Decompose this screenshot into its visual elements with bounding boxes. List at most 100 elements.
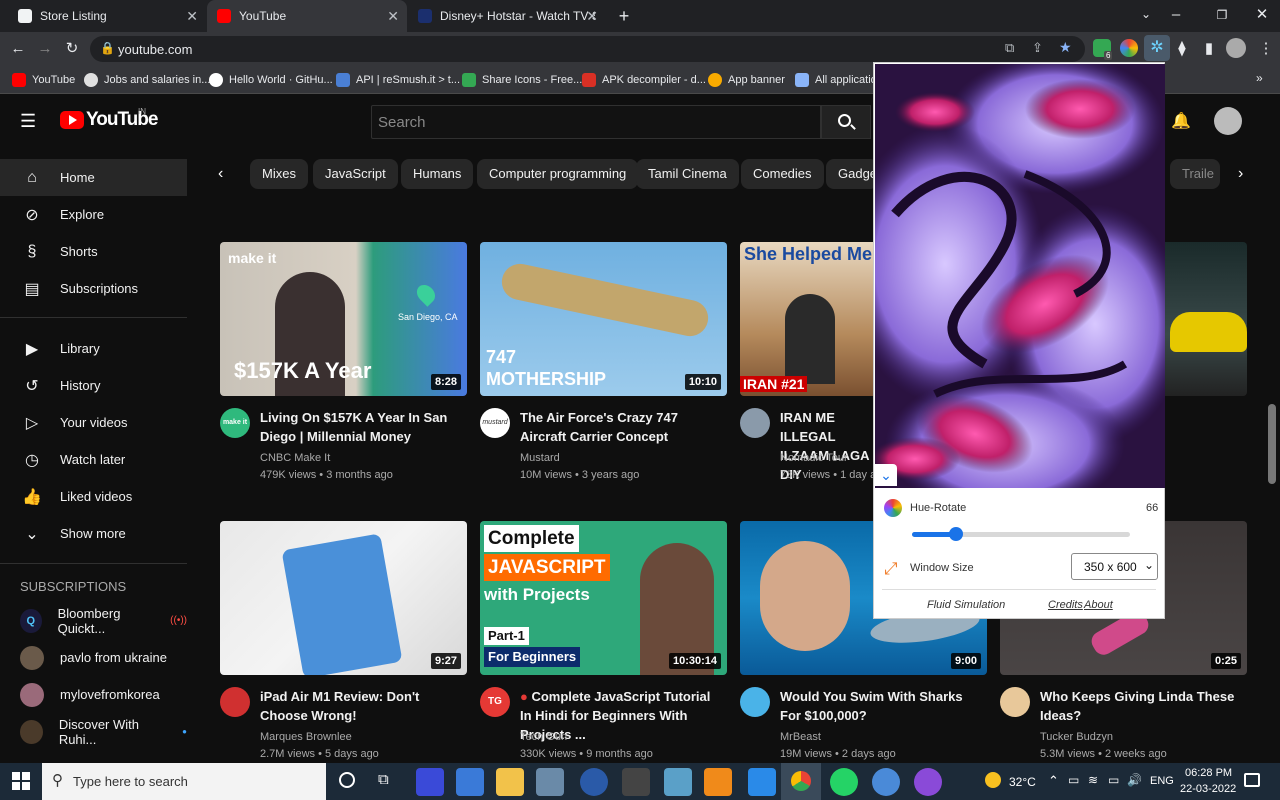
video-title[interactable]: Who Keeps Giving Linda These Ideas? [1040, 687, 1240, 725]
battery-icon[interactable]: ▭ [1108, 773, 1119, 787]
fluid-simulation-canvas[interactable]: ⌄ [875, 64, 1165, 488]
sidebar-item-library[interactable]: ▶ Library [0, 330, 187, 367]
search-input[interactable]: Search [371, 105, 821, 139]
subscription-item[interactable]: pavlo from ukraine [0, 639, 187, 676]
chrome-taskbar-active[interactable] [781, 763, 821, 800]
bell-icon[interactable]: 🔔 [1171, 111, 1191, 131]
chevron-left-icon[interactable]: ‹ [218, 165, 223, 183]
channel-name[interactable]: MrBeast [780, 731, 821, 743]
sidebar-item-your-videos[interactable]: ▷ Your videos [0, 404, 187, 441]
sidebar-item-shorts[interactable]: § Shorts [0, 233, 187, 270]
channel-name[interactable]: Marques Brownlee [260, 731, 352, 743]
sidebar-item-explore[interactable]: ⊘ Explore [0, 196, 187, 233]
video-card[interactable]: 747 MOTHERSHIP 10:10 mustard The Air For… [480, 242, 727, 492]
calendar-app-icon[interactable] [456, 768, 484, 796]
app-icon[interactable] [416, 768, 444, 796]
new-tab-icon[interactable]: + [614, 6, 634, 26]
language-indicator[interactable]: ENG [1150, 775, 1174, 787]
chip-mixes[interactable]: Mixes [250, 159, 308, 189]
maximize-icon[interactable]: ❐ [1212, 5, 1232, 25]
channel-avatar[interactable] [1000, 687, 1030, 717]
tab-youtube[interactable]: YouTube ✕ [207, 0, 407, 32]
tab-search-icon[interactable]: ⌄ [1136, 4, 1156, 24]
tray-app-icon[interactable]: ▭ [1068, 773, 1079, 787]
channel-avatar[interactable]: TG [480, 687, 510, 717]
sidebar-item-home[interactable]: ⌂ Home [0, 159, 187, 196]
app-icon[interactable] [914, 768, 942, 796]
whatsapp-icon[interactable] [830, 768, 858, 796]
tab-store-listing[interactable]: Store Listing ✕ [8, 0, 206, 32]
youtube-logo-text[interactable]: YouTube [86, 109, 158, 131]
video-title[interactable]: Living On $157K A Year In San Diego | Mi… [260, 408, 460, 446]
weather-sun-icon[interactable] [985, 772, 1001, 788]
channel-name[interactable]: CNBC Make It [260, 452, 330, 464]
reload-icon[interactable]: ↻ [62, 39, 82, 59]
channel-avatar[interactable]: mustard [480, 408, 510, 438]
bookmark-item[interactable]: App banner [708, 72, 785, 88]
hue-slider-track[interactable] [912, 527, 1130, 541]
subscription-item[interactable]: mylovefromkorea [0, 676, 187, 713]
page-scrollbar-thumb[interactable] [1268, 404, 1276, 484]
video-thumbnail[interactable]: 747 MOTHERSHIP 10:10 [480, 242, 727, 396]
credits-link[interactable]: Credits [1048, 599, 1083, 611]
unity-icon[interactable] [622, 768, 650, 796]
address-bar[interactable]: 🔒 youtube.com ⧉ ⇪ ★ [90, 36, 1085, 62]
channel-name[interactable]: Nomadic Tour [780, 452, 848, 464]
clock-date[interactable]: 22-03-2022 [1180, 783, 1236, 795]
chip-tamil-cinema[interactable]: Tamil Cinema [636, 159, 739, 189]
volume-icon[interactable]: 🔊 [1127, 773, 1142, 787]
forward-arrow-icon[interactable]: → [35, 39, 55, 59]
app-icon[interactable] [580, 768, 608, 796]
chip-trailers[interactable]: Traile [1170, 159, 1220, 189]
video-thumbnail[interactable]: 9:27 [220, 521, 467, 675]
hue-slider-thumb[interactable] [948, 527, 963, 541]
open-in-app-icon[interactable]: ⧉ [1005, 40, 1014, 56]
hamburger-menu-icon[interactable]: ☰ [20, 111, 36, 132]
app-icon[interactable] [664, 768, 692, 796]
close-icon[interactable]: ✕ [586, 8, 598, 25]
bookmark-item[interactable]: Share Icons - Free... [462, 72, 582, 88]
video-card[interactable]: make it San Diego, CA $157K A Year 8:28 … [220, 242, 467, 492]
bookmark-item[interactable]: APK decompiler - d... [582, 72, 706, 88]
file-explorer-icon[interactable] [496, 768, 524, 796]
channel-avatar[interactable] [740, 408, 770, 438]
chip-gadgets[interactable]: Gadge [826, 159, 878, 189]
sidebar-item-subscriptions[interactable]: ▤ Subscriptions [0, 270, 187, 307]
video-title[interactable]: iPad Air M1 Review: Don't Choose Wrong! [260, 687, 460, 725]
window-size-select[interactable]: 350 x 600 ⌄ [1071, 553, 1158, 580]
tab-hotstar[interactable]: Disney+ Hotstar - Watch TV Sho ✕ [408, 0, 606, 32]
share-icon[interactable]: ⇪ [1032, 40, 1043, 56]
bookmark-item[interactable]: Jobs and salaries in... [84, 72, 210, 88]
channel-avatar[interactable]: make it [220, 408, 250, 438]
chevron-right-icon[interactable]: › [1238, 165, 1243, 183]
bookmark-item[interactable]: API | reSmush.it > t... [336, 72, 460, 88]
cortana-icon[interactable] [339, 772, 355, 788]
back-arrow-icon[interactable]: ← [8, 39, 28, 59]
video-title[interactable]: Would You Swim With Sharks For $100,000? [780, 687, 980, 725]
sidebar-item-watch-later[interactable]: ◷ Watch later [0, 441, 187, 478]
notifications-icon[interactable] [1244, 773, 1260, 787]
sidebar-item-liked-videos[interactable]: 👍 Liked videos [0, 478, 187, 515]
about-link[interactable]: About [1084, 599, 1113, 611]
minimize-icon[interactable]: – [1166, 5, 1186, 25]
sidebar-item-history[interactable]: ↺ History [0, 367, 187, 404]
puzzle-extensions-icon[interactable]: ⧫ [1172, 39, 1192, 59]
video-thumbnail[interactable]: make it San Diego, CA $157K A Year 8:28 [220, 242, 467, 396]
bookmark-item[interactable]: YouTube [12, 72, 75, 88]
chip-humans[interactable]: Humans [401, 159, 474, 189]
video-thumbnail[interactable]: Complete JAVASCRIPT with Projects Part-1… [480, 521, 727, 675]
chip-javascript[interactable]: JavaScript [313, 159, 398, 189]
channel-avatar[interactable] [220, 687, 250, 717]
video-card[interactable]: 9:27 iPad Air M1 Review: Don't Choose Wr… [220, 521, 467, 771]
side-panel-icon[interactable]: ▮ [1199, 39, 1219, 59]
sublime-text-icon[interactable] [704, 768, 732, 796]
bookmark-star-icon[interactable]: ★ [1059, 39, 1072, 56]
taskbar-search-input[interactable]: ⚲ Type here to search [42, 763, 326, 800]
channel-name[interactable]: Tech Gun [520, 731, 567, 743]
channel-avatar[interactable] [740, 687, 770, 717]
more-bookmarks-icon[interactable]: » [1256, 71, 1263, 85]
close-window-icon[interactable]: ✕ [1252, 5, 1272, 25]
collapse-chevron-icon[interactable]: ⌄ [875, 464, 897, 486]
app-icon[interactable] [536, 768, 564, 796]
close-icon[interactable]: ✕ [186, 8, 198, 25]
